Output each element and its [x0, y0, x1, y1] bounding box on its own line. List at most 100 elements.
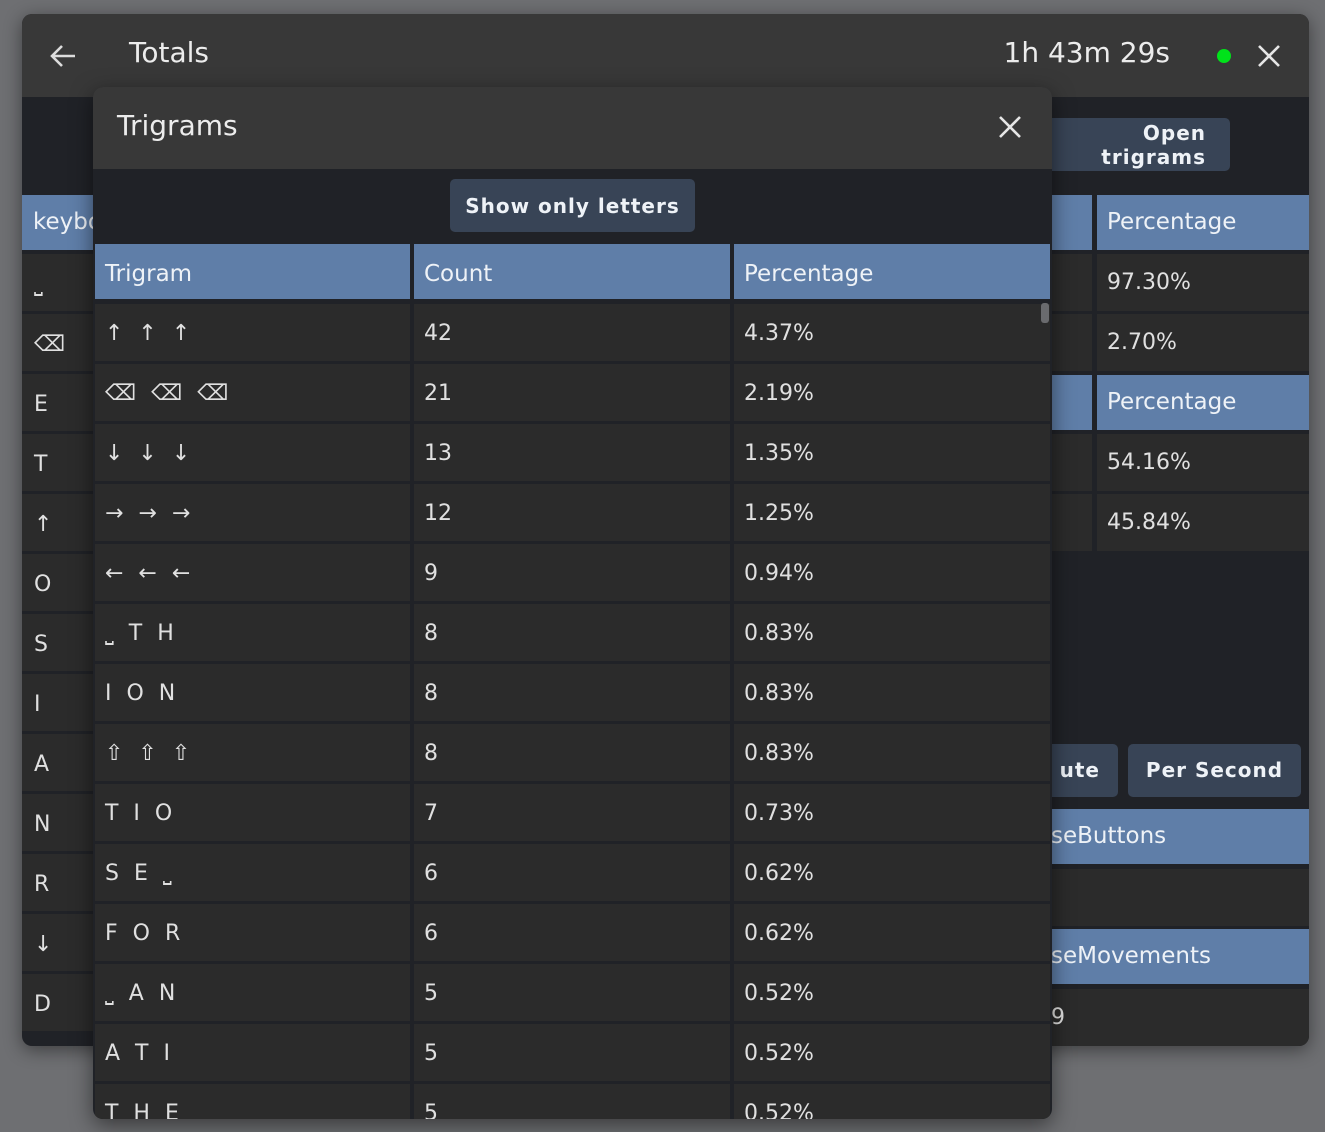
- cell-percentage: 0.52%: [734, 1084, 1050, 1119]
- show-only-letters-button[interactable]: Show only letters: [450, 179, 695, 232]
- back-button[interactable]: [40, 34, 86, 78]
- table-row: ⎵ A N 5 0.52%: [95, 964, 1050, 1021]
- cell-percentage: 2.19%: [734, 364, 1050, 421]
- cell-trigram: ⎵ A N: [95, 964, 410, 1021]
- column-header-percentage[interactable]: Percentage: [734, 244, 1050, 299]
- table-cell: 54.16%: [1097, 434, 1309, 491]
- cell-percentage: 1.35%: [734, 424, 1050, 481]
- cell-count: 8: [414, 724, 730, 781]
- page-title: Totals: [129, 36, 209, 69]
- table-row: ↓ ↓ ↓ 13 1.35%: [95, 424, 1050, 481]
- table-cell: [1052, 254, 1092, 311]
- table-row: ⇧ ⇧ ⇧ 8 0.83%: [95, 724, 1050, 781]
- table-cell: [1052, 494, 1092, 551]
- dialog-close-button[interactable]: [990, 107, 1030, 147]
- table-cell: 45.84%: [1097, 494, 1309, 551]
- table-row: S E ⎵ 6 0.62%: [95, 844, 1050, 901]
- cell-count: 5: [414, 1024, 730, 1081]
- column-header-count[interactable]: Count: [414, 244, 730, 299]
- table2-percentage-header: Percentage: [1097, 375, 1309, 430]
- cell-count: 21: [414, 364, 730, 421]
- table-cell: [1051, 869, 1309, 926]
- key-row: ↓: [22, 914, 94, 971]
- table-cell: [1052, 434, 1092, 491]
- cell-trigram: A T I: [95, 1024, 410, 1081]
- table-body[interactable]: ↑ ↑ ↑ 42 4.37% ⌫ ⌫ ⌫ 21 2.19% ↓ ↓ ↓ 13 1.35% → → …: [95, 304, 1050, 1119]
- open-trigrams-button[interactable]: Open trigrams: [1032, 118, 1230, 171]
- cell-trigram: I O N: [95, 664, 410, 721]
- session-timer: 1h 43m 29s: [1003, 36, 1170, 69]
- cell-count: 6: [414, 844, 730, 901]
- scrollbar-thumb[interactable]: [1041, 303, 1049, 323]
- mouse-movements-value: 9: [1051, 989, 1309, 1046]
- table-row: ↑ ↑ ↑ 42 4.37%: [95, 304, 1050, 361]
- key-row: O: [22, 554, 94, 611]
- window-close-button[interactable]: [1249, 36, 1289, 76]
- key-row: ↑: [22, 494, 94, 551]
- cell-percentage: 0.83%: [734, 664, 1050, 721]
- cell-percentage: 1.25%: [734, 484, 1050, 541]
- close-icon: [1258, 45, 1280, 67]
- cell-percentage: 0.83%: [734, 604, 1050, 661]
- cell-trigram: ← ← ←: [95, 544, 410, 601]
- cell-trigram: T I O: [95, 784, 410, 841]
- cell-percentage: 0.52%: [734, 1024, 1050, 1081]
- cell-trigram: ↑ ↑ ↑: [95, 304, 410, 361]
- table-row: ⎵ T H 8 0.83%: [95, 604, 1050, 661]
- table2-header-left: [1052, 375, 1092, 430]
- table-header-row: Trigram Count Percentage: [95, 244, 1050, 299]
- cell-trigram: T H E: [95, 1084, 410, 1119]
- cell-count: 8: [414, 664, 730, 721]
- cell-percentage: 0.62%: [734, 904, 1050, 961]
- trigrams-dialog: Trigrams Show only letters Trigram Count…: [93, 87, 1052, 1119]
- table-cell: 2.70%: [1097, 314, 1309, 371]
- cell-percentage: 0.83%: [734, 724, 1050, 781]
- key-row: R: [22, 854, 94, 911]
- key-row: S: [22, 614, 94, 671]
- cell-count: 5: [414, 1084, 730, 1119]
- table-row: F O R 6 0.62%: [95, 904, 1050, 961]
- key-row: N: [22, 794, 94, 851]
- mouse-buttons-header: seButtons: [1051, 809, 1309, 864]
- cell-percentage: 0.73%: [734, 784, 1050, 841]
- key-row: ⌫: [22, 314, 94, 371]
- cell-count: 7: [414, 784, 730, 841]
- key-row: T: [22, 434, 94, 491]
- key-row: D: [22, 974, 94, 1031]
- mouse-movements-header: seMovements: [1051, 929, 1309, 984]
- cell-percentage: 0.94%: [734, 544, 1050, 601]
- cell-trigram: ⎵ T H: [95, 604, 410, 661]
- cell-trigram: ⌫ ⌫ ⌫: [95, 364, 410, 421]
- cell-count: 5: [414, 964, 730, 1021]
- cell-trigram: S E ⎵: [95, 844, 410, 901]
- cell-trigram: F O R: [95, 904, 410, 961]
- cell-percentage: 0.62%: [734, 844, 1050, 901]
- arrow-left-icon: [50, 45, 75, 67]
- title-bar: Totals 1h 43m 29s: [22, 14, 1309, 97]
- cell-count: 13: [414, 424, 730, 481]
- table1-percentage-header: Percentage: [1097, 195, 1309, 250]
- key-row: E: [22, 374, 94, 431]
- keyboard-column-header: keybo: [22, 195, 94, 250]
- cell-count: 12: [414, 484, 730, 541]
- dialog-title: Trigrams: [117, 109, 238, 142]
- table1-header-left: [1052, 195, 1092, 250]
- table-row: A T I 5 0.52%: [95, 1024, 1050, 1081]
- per-second-button[interactable]: Per Second: [1128, 744, 1301, 797]
- cell-count: 42: [414, 304, 730, 361]
- table-cell: [1052, 314, 1092, 371]
- key-row: ⎵: [22, 254, 94, 311]
- cell-trigram: ↓ ↓ ↓: [95, 424, 410, 481]
- cell-percentage: 0.52%: [734, 964, 1050, 1021]
- table-row: → → → 12 1.25%: [95, 484, 1050, 541]
- table-row: I O N 8 0.83%: [95, 664, 1050, 721]
- cell-trigram: ⇧ ⇧ ⇧: [95, 724, 410, 781]
- table-row: ⌫ ⌫ ⌫ 21 2.19%: [95, 364, 1050, 421]
- cell-count: 6: [414, 904, 730, 961]
- cell-percentage: 4.37%: [734, 304, 1050, 361]
- table-cell: 97.30%: [1097, 254, 1309, 311]
- trigrams-table: Trigram Count Percentage ↑ ↑ ↑ 42 4.37% ⌫ ⌫…: [95, 244, 1050, 1119]
- table-row: ← ← ← 9 0.94%: [95, 544, 1050, 601]
- column-header-trigram[interactable]: Trigram: [95, 244, 410, 299]
- keyboard-keys-list: ⎵ ⌫ E T ↑ O S I A N R ↓ D: [22, 254, 94, 1034]
